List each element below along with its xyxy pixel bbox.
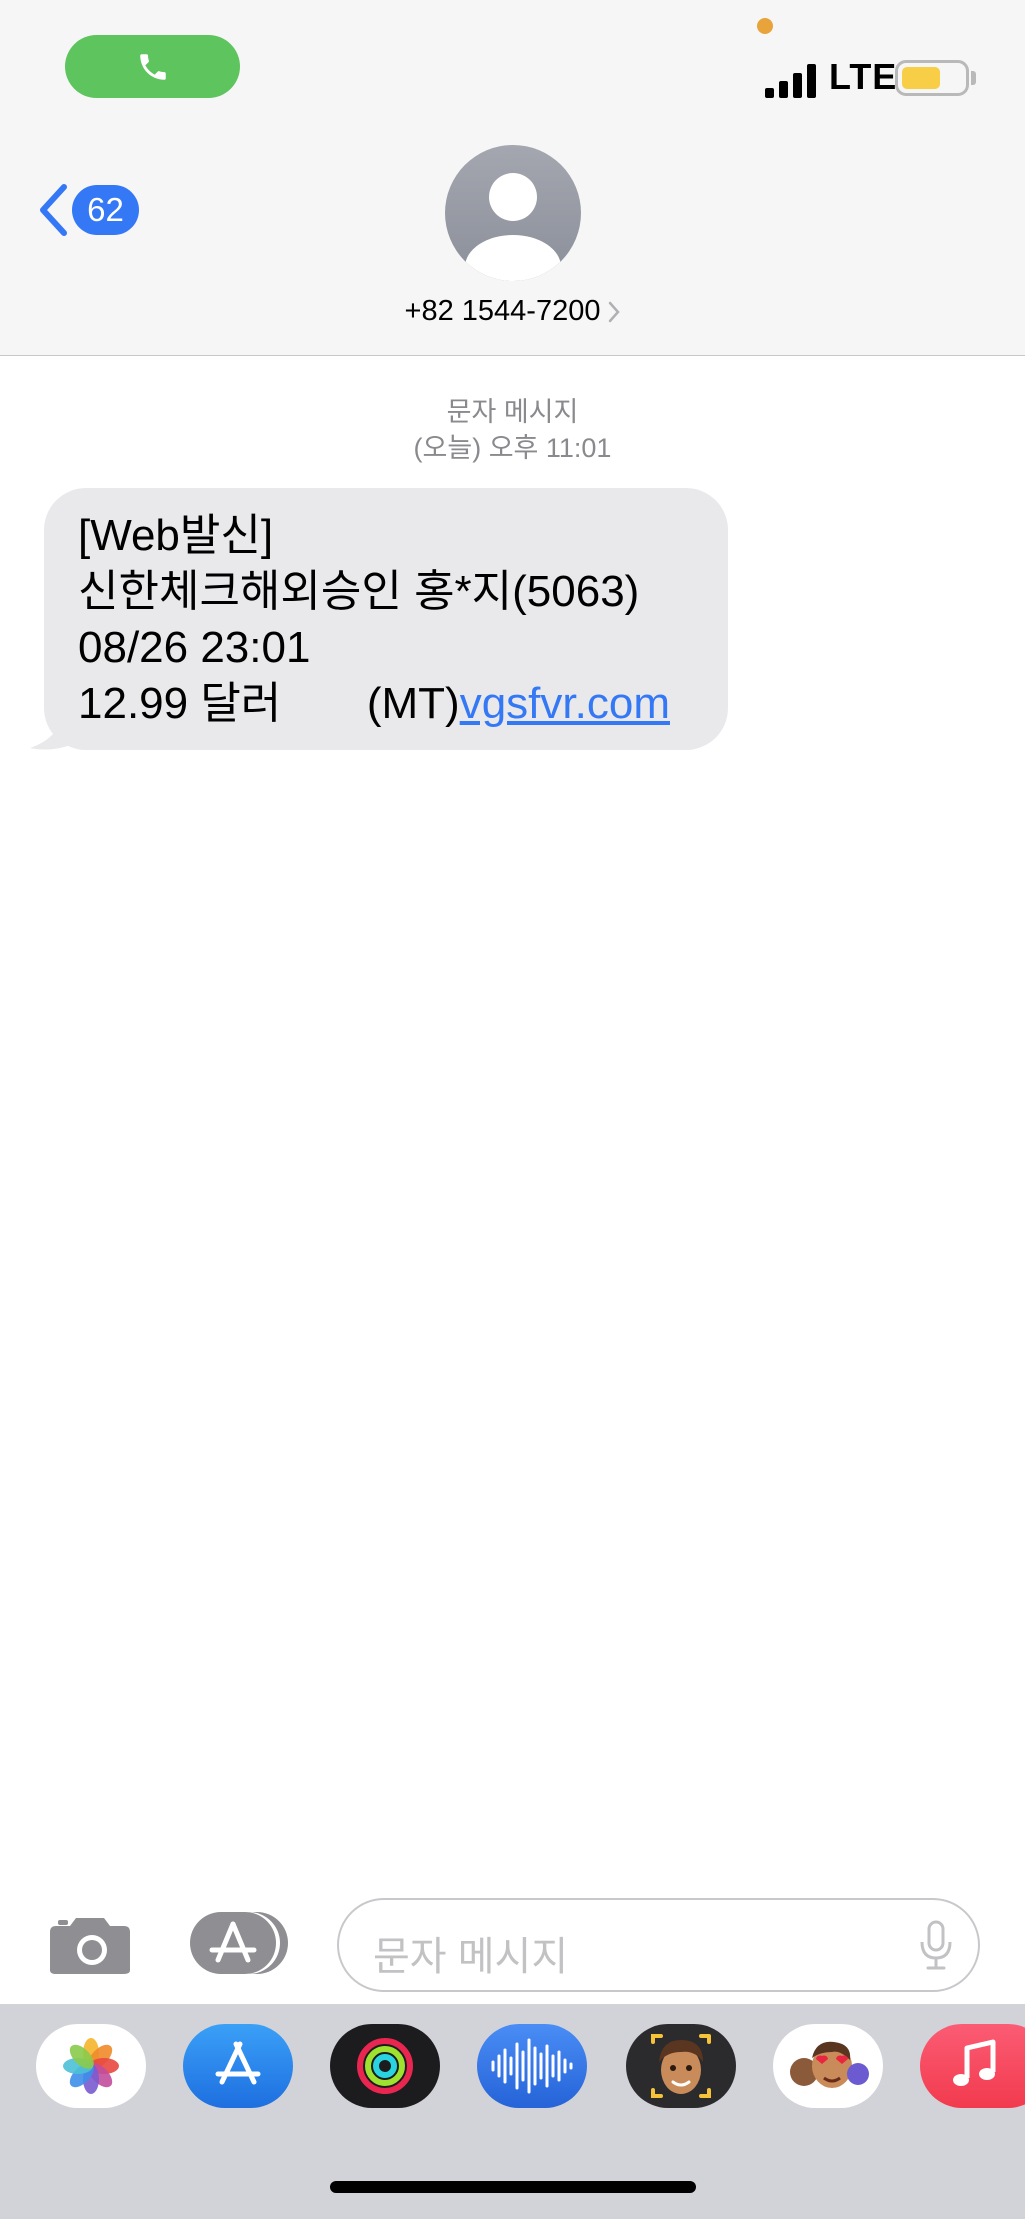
app-store-app-button[interactable] [183,2024,293,2108]
photos-icon [63,2038,119,2094]
battery-cap [971,71,976,85]
network-type-label: LTE [829,56,898,97]
phone-icon [139,53,166,80]
message-line-3: 08/26 23:01 [78,623,311,672]
activity-app-button[interactable] [330,2024,440,2108]
contact-name-row[interactable]: +82 1544-7200 [0,295,1025,328]
message-line-1: [Web발신] [78,511,274,560]
music-note-icon [953,2039,996,2086]
message-line-2: 신한체크해외승인 홍*지(5063) [78,567,640,616]
app-store-button[interactable] [188,1910,290,1976]
message-line-4: 12.99 달러 (MT)vgsfvr.com [78,676,694,732]
composer-bar: 문자 메시지 [0,1880,1025,2004]
service-label: 문자 메시지 [446,397,579,427]
privacy-indicator-dot [757,18,773,34]
app-store-icon [215,2041,261,2085]
contact-avatar[interactable] [445,145,581,281]
chevron-right-icon [609,301,621,322]
message-timestamp: (오늘) 오후 11:01 [413,433,612,463]
audio-message-app-button[interactable] [477,2024,587,2108]
camera-icon[interactable] [48,1912,132,1976]
memoji-face-icon [651,2034,711,2098]
home-indicator[interactable] [330,2181,696,2193]
back-button[interactable]: 62 [38,183,139,237]
person-silhouette-icon [465,173,561,281]
unread-count-badge: 62 [72,185,139,235]
signal-bars-icon [765,64,816,98]
message-amount-text: 12.99 달러 (MT) [78,679,460,728]
chevron-left-icon [40,184,67,236]
microphone-icon[interactable] [918,1920,954,1972]
battery-level [902,67,940,89]
activity-rings-icon [357,2038,413,2094]
photos-app-button[interactable] [36,2024,146,2108]
contact-number: +82 1544-7200 [404,295,601,327]
status-bar: LTE [0,0,1025,125]
message-input[interactable]: 문자 메시지 [337,1898,980,1992]
memoji-stickers-icon [790,2041,869,2088]
memoji-stickers-app-button[interactable] [773,2024,883,2108]
battery-icon [895,60,969,96]
message-input-placeholder: 문자 메시지 [373,1935,569,1979]
message-link[interactable]: vgsfvr.com [460,679,670,728]
message-bubble[interactable]: [Web발신] 신한체크해외승인 홍*지(5063) 08/26 23:01 1… [44,488,728,750]
active-call-pill[interactable] [65,35,240,98]
music-app-button[interactable] [920,2024,1025,2108]
conversation-header: 62 +82 1544-7200 [0,125,1025,356]
waveform-icon [491,2038,573,2094]
memoji-app-button[interactable] [626,2024,736,2108]
